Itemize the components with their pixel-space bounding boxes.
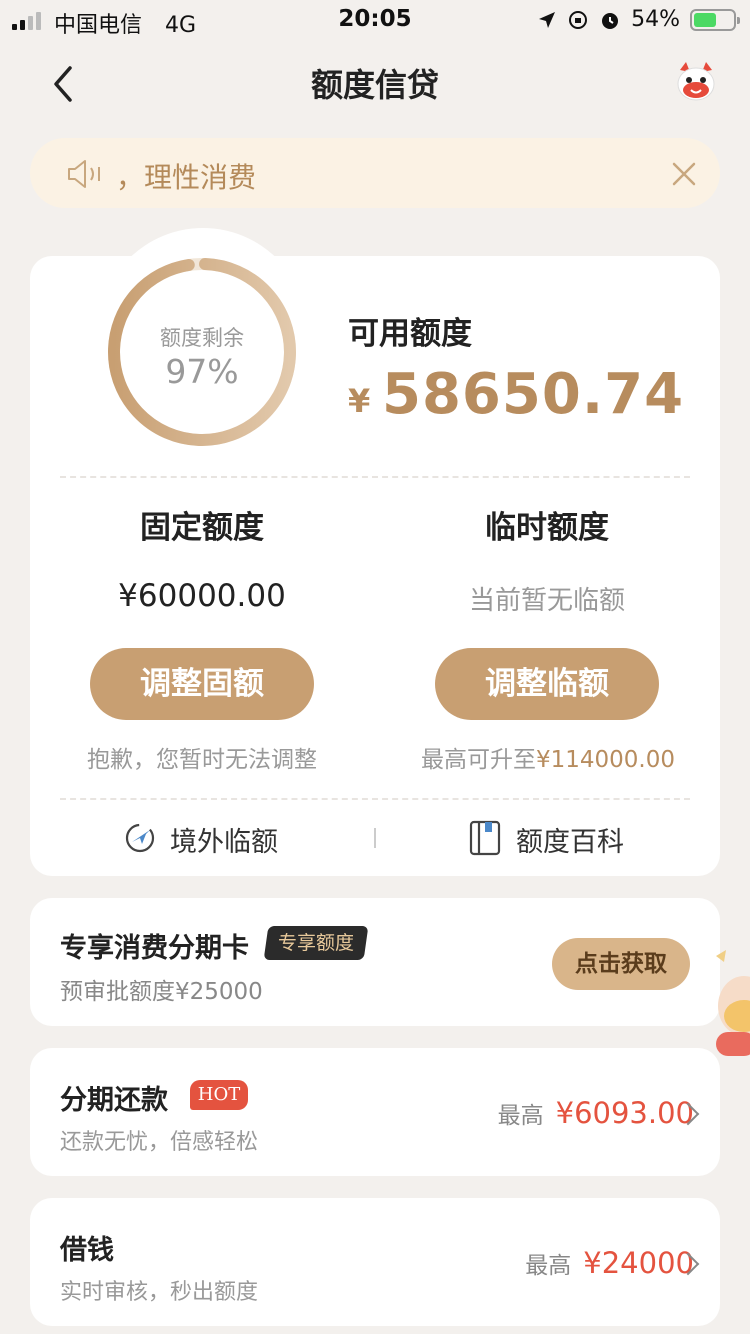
page-title: 额度信贷 bbox=[310, 66, 439, 104]
close-icon[interactable] bbox=[668, 158, 700, 190]
mascot-icon[interactable] bbox=[672, 60, 720, 104]
installment-card-title: 专享消费分期卡 bbox=[60, 933, 249, 964]
notice-text: ，理性消费 bbox=[116, 161, 257, 194]
link-separator bbox=[374, 828, 376, 848]
divider bbox=[60, 476, 690, 478]
status-bar: 中国电信 4G 20:05 54% bbox=[0, 0, 750, 40]
location-icon bbox=[539, 11, 556, 28]
repay-max: 最高 ¥6093.00 bbox=[498, 1096, 694, 1130]
airplane-globe-icon[interactable] bbox=[122, 820, 158, 856]
temp-credit-title: 临时额度 bbox=[485, 510, 609, 546]
status-right: 54% bbox=[537, 7, 740, 32]
adjust-temp-button[interactable]: 调整临额 bbox=[435, 648, 659, 720]
borrow-subtitle: 实时审核，秒出额度 bbox=[60, 1280, 259, 1305]
credit-wiki-link[interactable]: 额度百科 bbox=[516, 820, 624, 859]
ring-percent: 97% bbox=[165, 352, 239, 391]
borrow-title: 借钱 bbox=[60, 1235, 114, 1266]
orientation-lock-icon bbox=[569, 10, 588, 29]
repay-subtitle: 还款无忧，倍感轻松 bbox=[60, 1130, 259, 1155]
battery-percent: 54% bbox=[631, 7, 680, 32]
repay-max-value: ¥6093.00 bbox=[555, 1096, 694, 1130]
fixed-credit-amount: ¥60000.00 bbox=[118, 578, 286, 614]
available-credit-value: 58650.74 bbox=[382, 362, 685, 427]
fixed-credit-note: 抱歉，您暂时无法调整 bbox=[87, 747, 317, 773]
installment-card-subtitle: 预审批额度¥25000 bbox=[60, 979, 263, 1005]
speaker-icon bbox=[68, 160, 100, 188]
temp-credit-status: 当前暂无临额 bbox=[468, 586, 625, 616]
temp-credit-note: 最高可升至¥114000.00 bbox=[400, 740, 696, 774]
get-card-button[interactable]: 点击获取 bbox=[552, 938, 690, 990]
hot-badge: HOT bbox=[190, 1080, 248, 1110]
temp-note-amount: ¥114000.00 bbox=[535, 747, 675, 773]
ring-label: 额度剩余 bbox=[160, 326, 244, 350]
available-credit-label: 可用额度 bbox=[348, 316, 472, 352]
battery-icon bbox=[690, 8, 740, 31]
borrow-max-label: 最高 bbox=[525, 1253, 572, 1279]
repay-title: 分期还款 bbox=[60, 1085, 168, 1116]
borrow-max: 最高 ¥24000 bbox=[525, 1246, 694, 1280]
currency-symbol: ¥ bbox=[348, 382, 371, 420]
repay-max-label: 最高 bbox=[497, 1103, 544, 1129]
divider bbox=[60, 798, 690, 800]
temp-note-prefix: 最高可升至 bbox=[420, 747, 536, 773]
alarm-icon bbox=[602, 12, 619, 29]
adjust-fixed-button[interactable]: 调整固额 bbox=[90, 648, 314, 720]
book-icon[interactable] bbox=[468, 820, 502, 856]
floating-coin-icon[interactable] bbox=[714, 936, 750, 1060]
abroad-temp-credit-link[interactable]: 境外临额 bbox=[170, 820, 278, 859]
fixed-credit-title: 固定额度 bbox=[140, 510, 264, 546]
exclusive-badge: 专享额度 bbox=[263, 926, 369, 960]
exclusive-badge-label: 专享额度 bbox=[277, 932, 354, 954]
